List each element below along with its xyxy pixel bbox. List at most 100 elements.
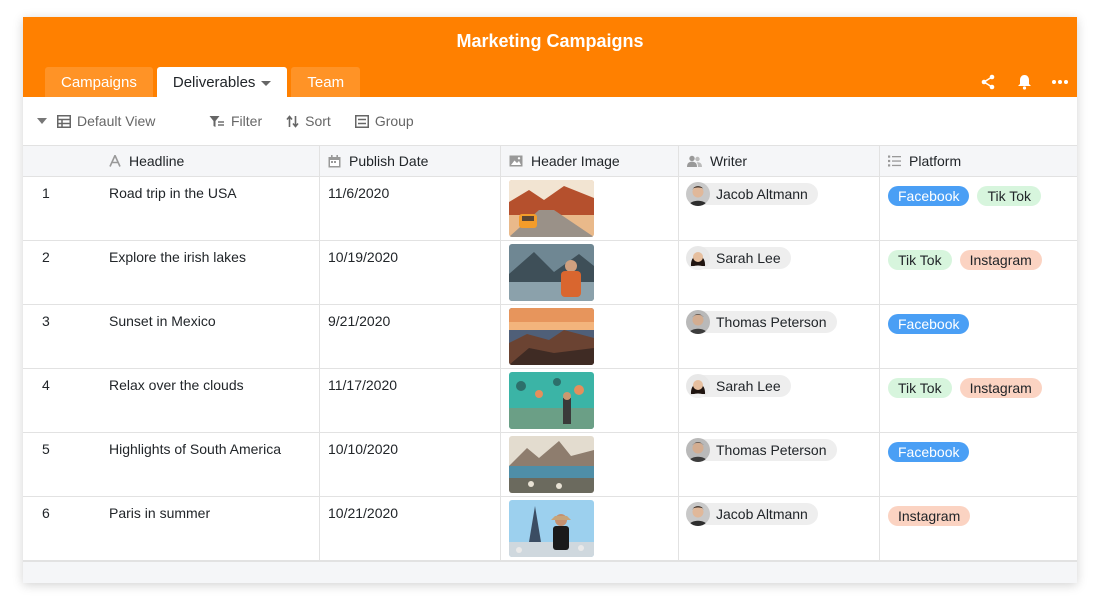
filter-label: Filter [231,113,263,129]
header-image-cell[interactable] [501,497,679,560]
calendar-icon [328,154,341,167]
view-selector[interactable]: Default View [57,113,201,129]
platform-cell[interactable]: Instagram [880,497,1077,560]
view-label: Default View [77,113,156,129]
header-image-cell[interactable] [501,369,679,432]
headline-cell[interactable]: Paris in summer [71,497,320,560]
bell-icon[interactable] [1015,73,1033,91]
header-image-cell[interactable] [501,177,679,240]
avatar [686,182,710,206]
share-icon[interactable] [979,73,997,91]
column-label: Writer [710,153,748,169]
publish-date-cell[interactable]: 10/10/2020 [320,433,501,496]
table-row[interactable]: 3 Sunset in Mexico 9/21/2020 Thomas Pete… [23,305,1077,369]
writer-name: Sarah Lee [716,250,781,266]
column-header-headline[interactable]: Headline [71,146,320,176]
tab-team[interactable]: Team [291,67,361,97]
header-actions [979,73,1069,91]
publish-date-cell[interactable]: 9/21/2020 [320,305,501,368]
avatar [686,502,710,526]
platform-cell[interactable]: Facebook [880,433,1077,496]
row-index: 3 [23,305,71,368]
platform-tag: Instagram [959,250,1042,270]
table-row[interactable]: 4 Relax over the clouds 11/17/2020 Sarah… [23,369,1077,433]
image-icon [509,155,523,167]
platform-tag: Tik Tok [888,378,952,398]
header-image-thumbnail[interactable] [509,436,594,493]
writer-chip: Sarah Lee [686,246,791,270]
row-index: 4 [23,369,71,432]
platform-cell[interactable]: Tik Tok Instagram [880,241,1077,304]
publish-date-cell[interactable]: 11/17/2020 [320,369,501,432]
avatar [686,374,710,398]
tab-label: Deliverables [172,73,256,91]
platform-cell[interactable]: Facebook Tik Tok [880,177,1077,240]
data-table: Headline Publish Date Header Image Write… [23,145,1077,561]
column-label: Header Image [531,153,620,169]
chevron-down-icon[interactable] [261,81,272,86]
platform-tag: Tik Tok [888,250,952,270]
tab-label: Campaigns [61,73,137,91]
platform-tag: Facebook [888,314,970,334]
app-window: Marketing Campaigns Campaigns Deliverabl… [23,17,1077,583]
header-image-cell[interactable] [501,433,679,496]
group-label: Group [374,113,414,129]
header-image-thumbnail[interactable] [509,372,594,429]
publish-date-text: 9/21/2020 [328,313,391,329]
row-index: 6 [23,497,71,560]
header-image-cell[interactable] [501,305,679,368]
header-image-thumbnail[interactable] [509,244,594,301]
table-footer [23,561,1077,583]
table-row[interactable]: 5 Highlights of South America 10/10/2020… [23,433,1077,497]
tab-deliverables[interactable]: Deliverables [156,67,288,97]
writer-chip: Thomas Peterson [686,310,837,334]
platform-cell[interactable]: Tik Tok Instagram [880,369,1077,432]
column-label: Headline [129,153,185,169]
writer-cell[interactable]: Thomas Peterson [679,433,880,496]
filter-button[interactable]: Filter [209,113,262,129]
tab-campaigns[interactable]: Campaigns [45,67,153,97]
writer-cell[interactable]: Jacob Altmann [679,497,880,560]
headline-cell[interactable]: Sunset in Mexico [71,305,320,368]
platform-cell[interactable]: Facebook [880,305,1077,368]
sort-button[interactable]: Sort [286,113,331,129]
table-header: Headline Publish Date Header Image Write… [23,145,1077,177]
sort-icon [286,114,299,128]
column-header-platform[interactable]: Platform [880,146,1077,176]
writer-cell[interactable]: Thomas Peterson [679,305,880,368]
writer-cell[interactable]: Jacob Altmann [679,177,880,240]
headline-cell[interactable]: Highlights of South America [71,433,320,496]
app-title: Marketing Campaigns [456,31,644,51]
group-button[interactable]: Group [354,113,414,129]
publish-date-cell[interactable]: 10/19/2020 [320,241,501,304]
header-image-cell[interactable] [501,241,679,304]
avatar [686,310,710,334]
table-row[interactable]: 2 Explore the irish lakes 10/19/2020 Sar… [23,241,1077,305]
more-icon[interactable] [1051,73,1069,91]
platform-tag: Instagram [888,506,971,526]
column-header-publish-date[interactable]: Publish Date [320,146,501,176]
sort-label: Sort [305,113,331,129]
row-number: 5 [42,441,50,457]
header-image-thumbnail[interactable] [509,500,594,557]
group-icon [354,114,369,128]
headline-cell[interactable]: Explore the irish lakes [71,241,320,304]
headline-cell[interactable]: Road trip in the USA [71,177,320,240]
column-header-header-image[interactable]: Header Image [501,146,679,176]
table-row[interactable]: 6 Paris in summer 10/21/2020 Jacob Altma… [23,497,1077,561]
publish-date-cell[interactable]: 10/21/2020 [320,497,501,560]
writer-cell[interactable]: Sarah Lee [679,241,880,304]
writer-chip: Sarah Lee [686,374,791,398]
header-image-thumbnail[interactable] [509,308,594,365]
headline-text: Sunset in Mexico [109,313,216,329]
headline-cell[interactable]: Relax over the clouds [71,369,320,432]
headline-text: Road trip in the USA [109,185,237,201]
writer-name: Sarah Lee [716,378,781,394]
column-header-writer[interactable]: Writer [679,146,880,176]
table-row[interactable]: 1 Road trip in the USA 11/6/2020 Jacob A… [23,177,1077,241]
writer-cell[interactable]: Sarah Lee [679,369,880,432]
publish-date-cell[interactable]: 11/6/2020 [320,177,501,240]
chevron-down-icon[interactable] [37,118,47,124]
headline-text: Paris in summer [109,505,211,521]
header-image-thumbnail[interactable] [509,180,594,237]
